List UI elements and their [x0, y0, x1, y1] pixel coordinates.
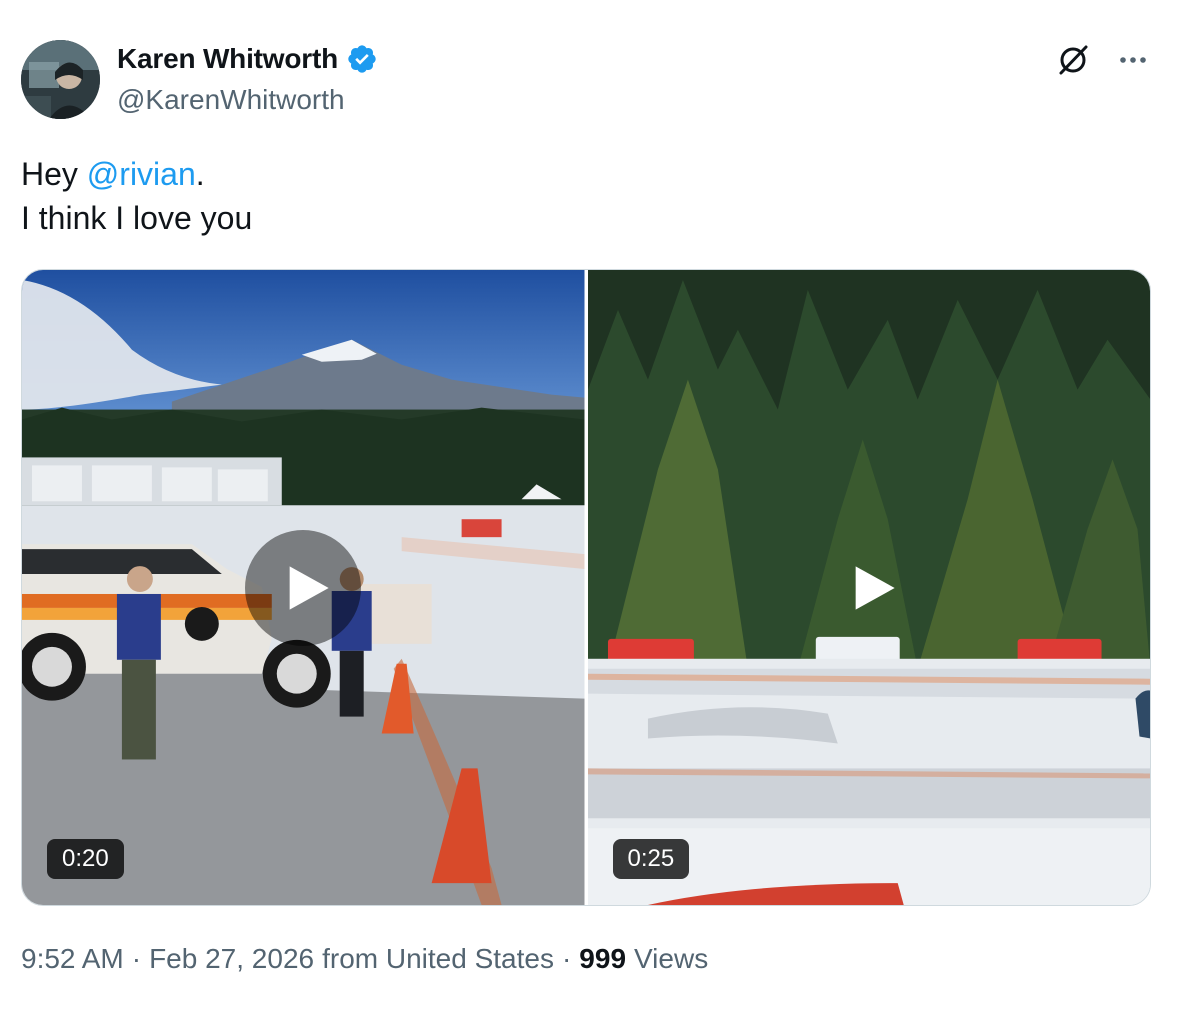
- tweet-line-2: I think I love you: [21, 200, 253, 236]
- grok-icon[interactable]: [1055, 42, 1091, 78]
- play-button[interactable]: [245, 529, 362, 646]
- tweet-location: from United States: [322, 943, 554, 974]
- play-icon: [289, 565, 329, 610]
- views-label: Views: [634, 943, 709, 974]
- meta-separator: ·: [561, 943, 572, 974]
- play-button[interactable]: [811, 530, 927, 646]
- play-icon: [855, 565, 895, 610]
- tweet-meta: 9:52 AM · Feb 27, 2026 from United State…: [21, 943, 708, 975]
- video-duration: 0:25: [612, 839, 690, 879]
- tweet-text-suffix: .: [195, 156, 205, 192]
- author-handle[interactable]: @KarenWhitworth: [117, 84, 345, 116]
- author-name-row: Karen Whitworth: [117, 43, 378, 75]
- views-count[interactable]: 999: [579, 943, 626, 975]
- tweet-text: Hey @rivian. I think I love you: [21, 152, 252, 240]
- tweet-text-prefix: Hey: [21, 156, 87, 192]
- tweet-line-1: Hey @rivian.: [21, 152, 252, 196]
- meta-separator: ·: [131, 943, 142, 974]
- more-icon[interactable]: [1115, 42, 1151, 78]
- video-2[interactable]: 0:25: [587, 270, 1150, 905]
- video-duration: 0:20: [47, 839, 124, 879]
- tweet-time[interactable]: 9:52 AM: [21, 943, 124, 975]
- tweet-actions: [1055, 42, 1151, 78]
- tweet-date[interactable]: Feb 27, 2026: [149, 943, 314, 975]
- avatar[interactable]: [21, 40, 100, 119]
- media-grid: 0:20 0:25: [21, 269, 1151, 906]
- mention-link[interactable]: @rivian: [87, 156, 196, 192]
- verified-badge-icon[interactable]: [346, 43, 378, 75]
- video-1[interactable]: 0:20: [22, 270, 585, 905]
- author-display-name[interactable]: Karen Whitworth: [117, 43, 338, 75]
